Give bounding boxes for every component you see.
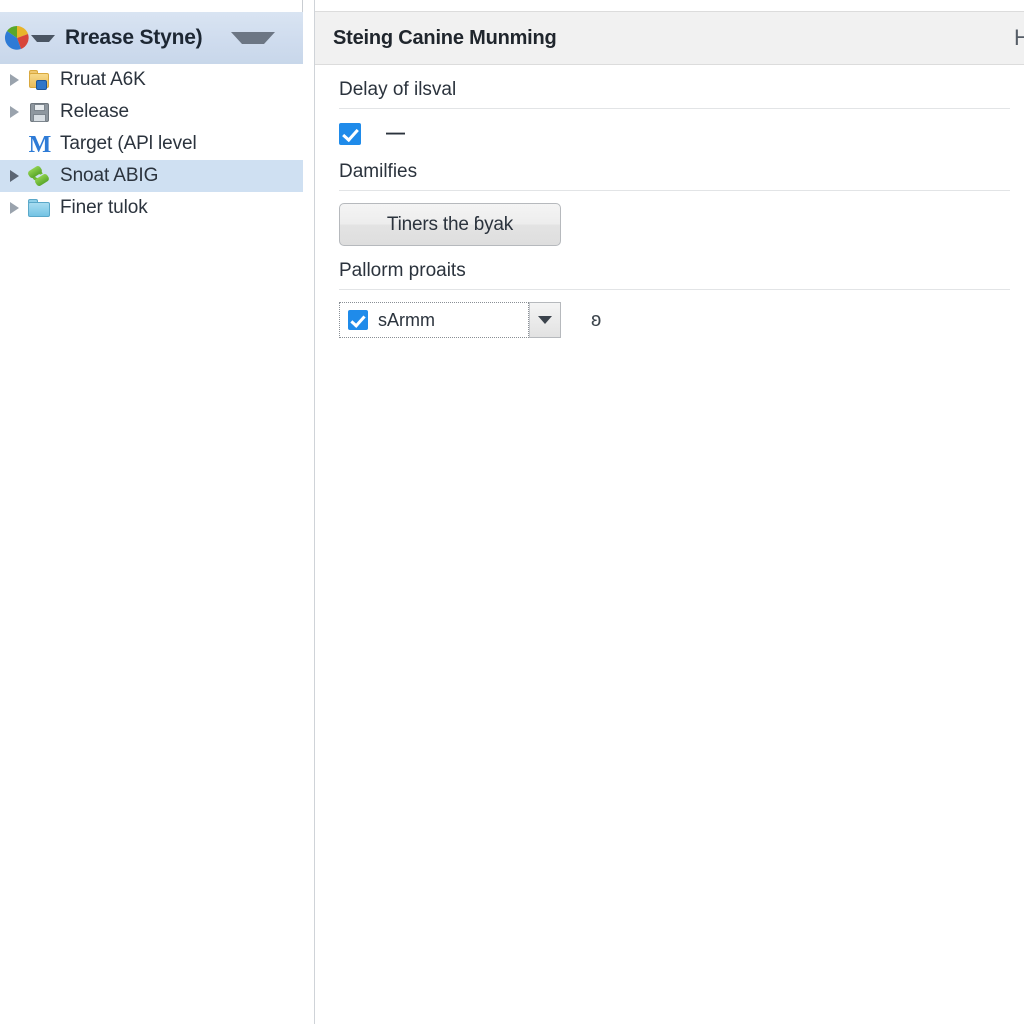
triangle-down-icon[interactable] (231, 32, 275, 44)
section-label: Delay of ilsval (339, 79, 457, 100)
folder-blue-icon (24, 195, 54, 221)
section-label: Pallorm proaits (339, 260, 466, 281)
letter-m-icon: M (28, 132, 52, 158)
tree-panel-header[interactable]: Rrease Styne) (0, 12, 303, 64)
tree-item-label: Finer tulok (60, 197, 148, 218)
application-window: Rrease Styne) Rruat A6K Release M Target… (0, 0, 1024, 1024)
detail-panel-body: Delay of ilsval — Damilfies Tiners the ɓ… (315, 65, 1024, 338)
header-right-glyph: H (1014, 25, 1024, 50)
tree-item-release[interactable]: Release (0, 96, 303, 128)
tree-item-label: Target (APl level (60, 133, 197, 154)
tree-item-label: Rruat A6K (60, 69, 146, 90)
combobox-field[interactable]: sArmm (339, 302, 529, 338)
section-label: Damilfies (339, 161, 418, 182)
section-divider (339, 190, 1010, 191)
section-damilfies: Damilfies Tiners the ɓyak (315, 147, 1024, 246)
pinwheel-icon (4, 25, 30, 51)
detail-panel: Steing Canine Munming H Delay of ilsval … (314, 0, 1024, 1024)
detail-panel-header: Steing Canine Munming H (315, 11, 1024, 65)
section-pallorm: Pallorm proaits sArmm ʚ (315, 246, 1024, 338)
combobox-value: sArmm (378, 309, 435, 330)
save-disk-icon (24, 99, 54, 125)
tree-item-finer[interactable]: Finer tulok (0, 192, 303, 224)
tree-panel-title: Rrease Styne) (65, 26, 203, 49)
triangle-down-icon (538, 316, 552, 324)
delay-checkbox[interactable] (339, 123, 361, 145)
pallorm-side-glyph[interactable]: ʚ (591, 310, 601, 330)
expand-arrow-icon[interactable] (4, 106, 24, 118)
tree-list: Rruat A6K Release M Target (APl level Sn… (0, 64, 303, 1024)
tree-item-label: Snoat ABIG (60, 165, 159, 186)
pallorm-combobox[interactable]: sArmm (339, 302, 561, 338)
combobox-checkbox[interactable] (348, 310, 368, 330)
pallorm-combo-row: sArmm ʚ (339, 302, 1010, 338)
tiners-the-byak-button[interactable]: Tiners the ɓyak (339, 203, 561, 246)
tree-item-snoat[interactable]: Snoat ABIG (0, 160, 303, 192)
delay-checkbox-row[interactable]: — (339, 109, 1010, 147)
tree-item-target[interactable]: M Target (APl level (0, 128, 303, 160)
tree-panel: Rrease Styne) Rruat A6K Release M Target… (0, 0, 303, 1024)
chevron-down-icon[interactable] (31, 34, 55, 42)
expand-arrow-icon[interactable] (4, 170, 24, 182)
tree-item-rruat[interactable]: Rruat A6K (0, 64, 303, 96)
combobox-dropdown-button[interactable] (529, 302, 561, 338)
expand-arrow-icon[interactable] (4, 202, 24, 214)
recycle-arrows-icon (24, 163, 54, 189)
expand-arrow-icon[interactable] (4, 74, 24, 86)
tree-item-label: Release (60, 101, 130, 122)
delay-checkbox-label: — (386, 123, 405, 144)
section-delay: Delay of ilsval — (315, 65, 1024, 147)
section-divider (339, 289, 1010, 290)
folder-badge-icon (24, 67, 54, 93)
page-title: Steing Canine Munming (333, 26, 557, 49)
